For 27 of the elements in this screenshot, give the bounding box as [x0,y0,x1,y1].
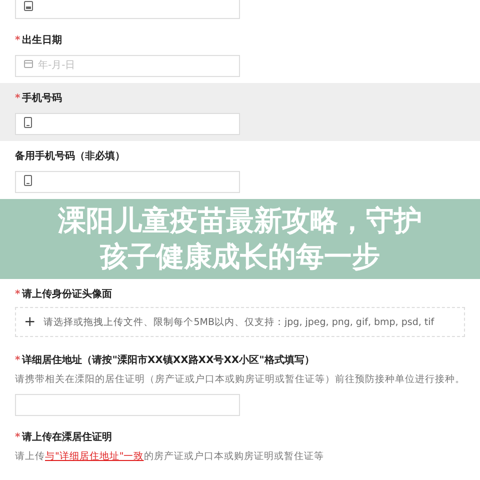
input-field[interactable] [15,170,240,192]
required-mark: * [15,432,20,442]
banner-title: 溧阳儿童疫苗最新攻略，守护 [58,204,422,238]
required-mark: * [15,288,20,300]
field-label: 手机号码 [22,92,62,105]
field-label: 详细居住地址（请按"溧阳市XX镇XX路XX号XX小区"格式填写） [22,353,314,367]
phone-icon [24,117,32,128]
input-field[interactable] [15,112,240,134]
field-label: 请上传身份证头像面 [22,288,112,301]
required-mark: * [15,354,20,366]
input-field[interactable] [15,0,240,18]
required-mark: * [15,34,20,46]
input-field[interactable]: 年-月-日 [15,54,240,76]
phone-icon [24,175,32,186]
banner-title: 孩子健康成长的每一步 [100,240,380,274]
upload-text: 请选择或拖拽上传文件、限制每个5MB以内、仅支持：jpg, jpeg, png, gif, bmp, psd, tif [44,316,434,328]
plus-icon: + [24,314,36,330]
required-mark: * [15,92,20,104]
input-field[interactable] [15,394,240,416]
upload-area[interactable]: + 请选择或拖拽上传文件、限制每个5MB以内、仅支持：jpg, jpeg, png, gif, bmp, psd, tif [15,307,465,337]
hint-text: 请上传与"详细居住地址"一致 的房产证或户口本或购房证明或暂住证等 [15,450,325,463]
hint-text: 请携带相关在溧阳的居住证明（房产证或户口本或购房证明或暂住证等）前往预防接种单位进行接种。 [15,373,465,386]
field-label: 请上传在溧居住证明 [22,430,112,444]
calendar-icon [24,59,33,68]
field-label: 出生日期 [22,34,62,47]
id-card-icon [24,1,33,11]
field-label: 备用手机号码（非必填） [15,150,125,163]
